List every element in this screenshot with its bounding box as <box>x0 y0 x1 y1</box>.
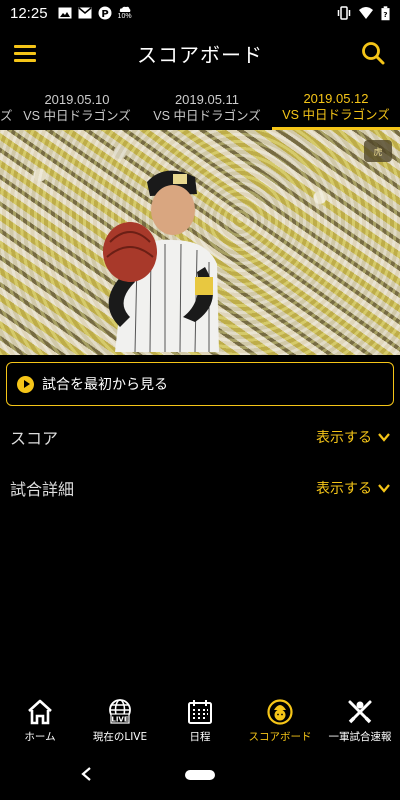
calendar-icon <box>188 700 212 724</box>
menu-icon-bar <box>14 58 36 62</box>
nav-scoreboard[interactable]: スコアボード <box>240 698 320 750</box>
score-toggle-label: 表示する <box>316 430 372 446</box>
weather-text: 10% <box>117 13 132 20</box>
date-tab-previous[interactable]: ズ <box>0 86 12 130</box>
nav-live-report[interactable]: 一軍試合速報 <box>320 698 400 750</box>
broadcast-logo: 虎 <box>364 140 392 162</box>
date-tab-date <box>0 91 4 108</box>
watch-from-start-label: 試合を最初から見る <box>42 377 168 393</box>
nav-schedule[interactable]: 日程 <box>160 698 240 750</box>
nav-live[interactable]: LIVE 現在のLIVE <box>80 698 160 750</box>
play-icon <box>17 375 34 393</box>
image-icon <box>58 7 72 19</box>
page-title: スコアボード <box>137 42 263 67</box>
game-detail-label: 試合詳細 <box>10 480 75 499</box>
nav-schedule-label: 日程 <box>189 731 211 743</box>
nav-live-label: 現在のLIVE <box>92 731 148 743</box>
status-time: 12:25 <box>10 4 48 22</box>
pitcher-image <box>103 170 219 353</box>
status-right-icons: ? <box>337 5 390 21</box>
nav-home[interactable]: ホーム <box>0 698 80 750</box>
date-tab-opponent: VS 中日ドラゴンズ <box>153 109 261 123</box>
gmail-icon <box>78 7 92 19</box>
date-tab-date: 2019.05.11 <box>174 92 240 107</box>
menu-button[interactable] <box>14 40 40 66</box>
app-header: スコアボード <box>0 30 400 76</box>
svg-text:P: P <box>101 9 108 20</box>
date-tab-opponent: VS 中日ドラゴンズ <box>23 109 131 123</box>
weather-icon: 10% <box>118 6 132 20</box>
status-left-icons: P 10% <box>58 6 132 20</box>
game-detail-toggle-label: 表示する <box>316 481 372 497</box>
chevron-down-icon <box>378 484 390 493</box>
p-icon: P <box>98 6 112 20</box>
nav-live-report-label: 一軍試合速報 <box>328 731 392 743</box>
video-player[interactable]: 虎 <box>0 130 400 355</box>
date-tab-date: 2019.05.10 <box>44 92 110 107</box>
score-section[interactable]: スコア 表示する <box>0 417 400 457</box>
live-badge: LIVE <box>111 716 128 724</box>
nav-scoreboard-label: スコアボード <box>248 731 312 743</box>
date-tab-0510[interactable]: 2019.05.10 VS 中日ドラゴンズ <box>12 86 142 130</box>
score-toggle[interactable]: 表示する <box>316 427 390 447</box>
chevron-down-icon <box>378 433 390 442</box>
watch-from-start-button[interactable]: 試合を最初から見る <box>6 362 394 406</box>
date-tab-0511[interactable]: 2019.05.11 VS 中日ドラゴンズ <box>142 86 272 130</box>
nav-home-label: ホーム <box>24 731 56 743</box>
svg-text:?: ? <box>383 10 387 19</box>
bottom-nav: ホーム LIVE 現在のLIVE 日程 スコアボード 一軍試合速報 <box>0 698 400 750</box>
search-icon[interactable] <box>360 40 386 66</box>
home-gesture-pill[interactable] <box>185 770 215 780</box>
menu-icon-bar <box>14 51 36 55</box>
scoreboard-icon <box>267 699 293 725</box>
score-label: スコア <box>10 429 59 448</box>
bat-ball-icon <box>348 700 372 724</box>
back-icon[interactable] <box>80 766 94 782</box>
date-tab-opponent: VS 中日ドラゴンズ <box>282 107 390 122</box>
menu-icon <box>14 44 36 48</box>
game-detail-toggle[interactable]: 表示する <box>316 478 390 498</box>
home-icon <box>28 699 52 725</box>
system-nav-bar <box>0 760 400 790</box>
wifi-icon <box>359 7 373 19</box>
date-tab-opponent: ズ <box>0 109 12 123</box>
vibrate-icon <box>337 6 351 20</box>
date-tab-0512[interactable]: 2019.05.12 VS 中日ドラゴンズ <box>272 86 400 130</box>
game-detail-section[interactable]: 試合詳細 表示する <box>0 468 400 508</box>
date-tab-date: 2019.05.12 <box>303 90 369 106</box>
battery-icon: ? <box>381 5 390 20</box>
date-tabs: ズ 2019.05.10 VS 中日ドラゴンズ 2019.05.11 VS 中日… <box>0 86 400 130</box>
live-globe-icon: LIVE <box>109 699 131 724</box>
status-bar: 12:25 P 10% ? <box>0 0 400 26</box>
